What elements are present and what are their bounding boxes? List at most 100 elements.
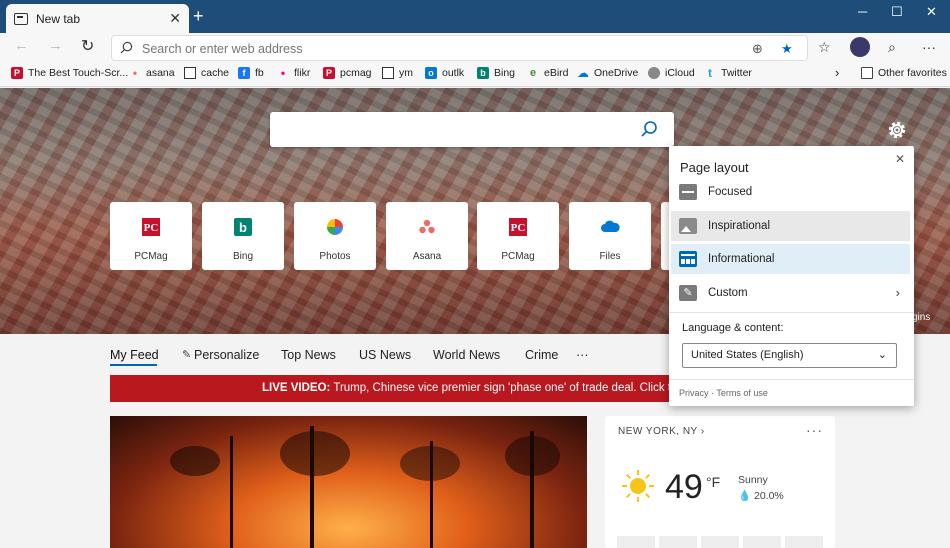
tab-new-tab[interactable]: New tab ✕ bbox=[6, 4, 189, 33]
favorite-item[interactable]: o outlk bbox=[425, 67, 464, 79]
favorite-item[interactable]: ym bbox=[382, 67, 413, 79]
top-story-image[interactable] bbox=[110, 416, 587, 548]
pencil-icon: ✎ bbox=[679, 285, 697, 301]
weather-more-button[interactable]: ··· bbox=[806, 422, 823, 438]
close-icon[interactable]: ✕ bbox=[895, 152, 905, 166]
layout-option-informational[interactable]: Informational bbox=[671, 244, 910, 274]
onedrive-icon: ☁ bbox=[577, 66, 589, 80]
weather-location[interactable]: NEW YORK, NY › bbox=[618, 426, 705, 437]
feedback-icon[interactable]: ⌕ bbox=[888, 39, 896, 56]
favorite-star-icon[interactable]: ★ bbox=[781, 41, 793, 57]
page-layout-title: Page layout bbox=[680, 160, 749, 175]
layout-option-inspirational[interactable]: Inspirational bbox=[671, 211, 910, 241]
tab-personalize[interactable]: Personalize bbox=[194, 348, 259, 362]
quick-link-tile[interactable]: PC PCMag bbox=[110, 202, 192, 270]
favorite-item[interactable]: • flikr bbox=[277, 66, 310, 80]
active-tab-indicator bbox=[110, 364, 157, 366]
quick-link-tile[interactable]: PC PCMag bbox=[477, 202, 559, 270]
favorites-overflow-chevron-icon[interactable]: › bbox=[835, 65, 839, 80]
twitter-icon: t bbox=[708, 66, 712, 80]
ebird-icon: e bbox=[529, 67, 537, 79]
favorite-item[interactable]: ☁ OneDrive bbox=[577, 66, 638, 80]
focused-layout-icon bbox=[679, 184, 697, 200]
language-select[interactable]: United States (English) ⌄ bbox=[682, 343, 897, 368]
favorites-bar: P The Best Touch-Scr... • asana cache f fb … bbox=[0, 62, 950, 87]
temperature-unit[interactable]: °F bbox=[706, 474, 720, 490]
chevron-right-icon: › bbox=[700, 426, 705, 437]
raindrop-icon: 💧 bbox=[738, 490, 752, 502]
inspirational-layout-icon bbox=[679, 218, 697, 234]
outlook-icon: o bbox=[425, 67, 437, 79]
page-layout-panel: Page layout ✕ Focused Inspirational Info… bbox=[669, 146, 914, 406]
favorite-item[interactable]: e eBird bbox=[527, 67, 569, 79]
live-video-banner[interactable]: LIVE VIDEO: Trump, Chinese vice premier … bbox=[110, 375, 670, 402]
tab-top-news[interactable]: Top News bbox=[281, 348, 336, 362]
sun-icon bbox=[622, 470, 654, 502]
svg-text:b: b bbox=[239, 220, 247, 235]
quick-link-tile[interactable]: b Bing bbox=[202, 202, 284, 270]
bing-icon: b bbox=[234, 218, 252, 236]
tab-us-news[interactable]: US News bbox=[359, 348, 411, 362]
address-bar[interactable]: ⊕ ★ bbox=[111, 35, 808, 61]
weather-condition: Sunny bbox=[738, 474, 768, 486]
web-search-box[interactable] bbox=[270, 112, 674, 147]
quick-link-tile[interactable]: Photos bbox=[294, 202, 376, 270]
layout-option-focused[interactable]: Focused bbox=[671, 177, 910, 207]
tracking-prevention-icon[interactable]: ⊕ bbox=[752, 41, 763, 57]
asana-icon: • bbox=[132, 66, 138, 80]
tab-world-news[interactable]: World News bbox=[433, 348, 500, 362]
bing-icon: b bbox=[477, 67, 489, 79]
weather-card[interactable]: NEW YORK, NY › ··· 49 °F Sunny 💧 20.0% bbox=[605, 416, 835, 548]
privacy-link[interactable]: Privacy bbox=[679, 388, 709, 398]
layout-option-custom[interactable]: ✎ Custom › bbox=[671, 278, 910, 308]
svg-text:PC: PC bbox=[511, 222, 526, 234]
language-content-label: Language & content: bbox=[682, 322, 784, 334]
onedrive-cloud-icon bbox=[601, 220, 620, 232]
apple-icon bbox=[648, 67, 660, 79]
informational-layout-icon bbox=[679, 251, 697, 267]
footer-links: Privacy · Terms of use bbox=[679, 388, 768, 398]
favorite-item[interactable]: • asana bbox=[129, 66, 175, 80]
forward-arrow-icon[interactable]: → bbox=[48, 37, 63, 54]
flickr-icon: • bbox=[280, 66, 286, 80]
favorites-list-icon[interactable]: ☆ bbox=[818, 39, 831, 56]
terms-link[interactable]: Terms of use bbox=[716, 388, 768, 398]
close-window-button[interactable]: ✕ bbox=[926, 4, 937, 20]
refresh-icon[interactable]: ↻ bbox=[81, 36, 94, 56]
search-icon[interactable] bbox=[640, 120, 658, 138]
minimize-button[interactable]: ─ bbox=[858, 4, 867, 19]
tab-my-feed[interactable]: My Feed bbox=[110, 348, 159, 362]
address-input[interactable] bbox=[142, 39, 742, 58]
maximize-button[interactable]: ☐ bbox=[891, 4, 903, 20]
asana-icon bbox=[419, 219, 435, 234]
favorite-item[interactable]: iCloud bbox=[648, 67, 695, 79]
new-tab-button[interactable]: + bbox=[193, 6, 204, 26]
navigation-bar: ← → ↻ ⊕ ★ ☆ ⌕ ··· bbox=[0, 33, 950, 62]
gear-icon[interactable] bbox=[885, 118, 909, 142]
svg-text:PC: PC bbox=[144, 222, 159, 234]
feed-more-button[interactable]: ··· bbox=[576, 348, 589, 362]
favorite-item[interactable]: P The Best Touch-Scr... bbox=[11, 67, 128, 79]
live-video-tag: LIVE VIDEO: bbox=[262, 382, 331, 394]
quick-link-tile[interactable]: Asana bbox=[386, 202, 468, 270]
other-favorites[interactable]: Other favorites bbox=[861, 67, 947, 79]
search-icon bbox=[120, 41, 133, 54]
facebook-icon: f bbox=[238, 67, 250, 79]
temperature: 49 bbox=[665, 468, 703, 506]
web-search-input[interactable] bbox=[280, 120, 630, 138]
page-icon bbox=[184, 67, 196, 79]
settings-more-icon[interactable]: ··· bbox=[922, 39, 936, 55]
avatar[interactable] bbox=[850, 37, 870, 57]
pencil-icon: ✎ bbox=[182, 349, 192, 361]
back-arrow-icon[interactable]: ← bbox=[14, 37, 29, 54]
image-credit[interactable]: gins bbox=[912, 312, 930, 323]
tab-close-button[interactable]: ✕ bbox=[169, 10, 181, 27]
favorite-item[interactable]: cache bbox=[184, 67, 229, 79]
tab-crime[interactable]: Crime bbox=[525, 348, 558, 362]
favorite-item[interactable]: b Bing bbox=[477, 67, 515, 79]
favorite-item[interactable]: Ppcmag bbox=[323, 67, 372, 79]
quick-link-tile[interactable]: Files bbox=[569, 202, 651, 270]
favorite-item[interactable]: t Twitter bbox=[704, 66, 752, 80]
favorite-item[interactable]: f fb bbox=[238, 67, 264, 79]
chevron-right-icon: › bbox=[895, 285, 900, 300]
